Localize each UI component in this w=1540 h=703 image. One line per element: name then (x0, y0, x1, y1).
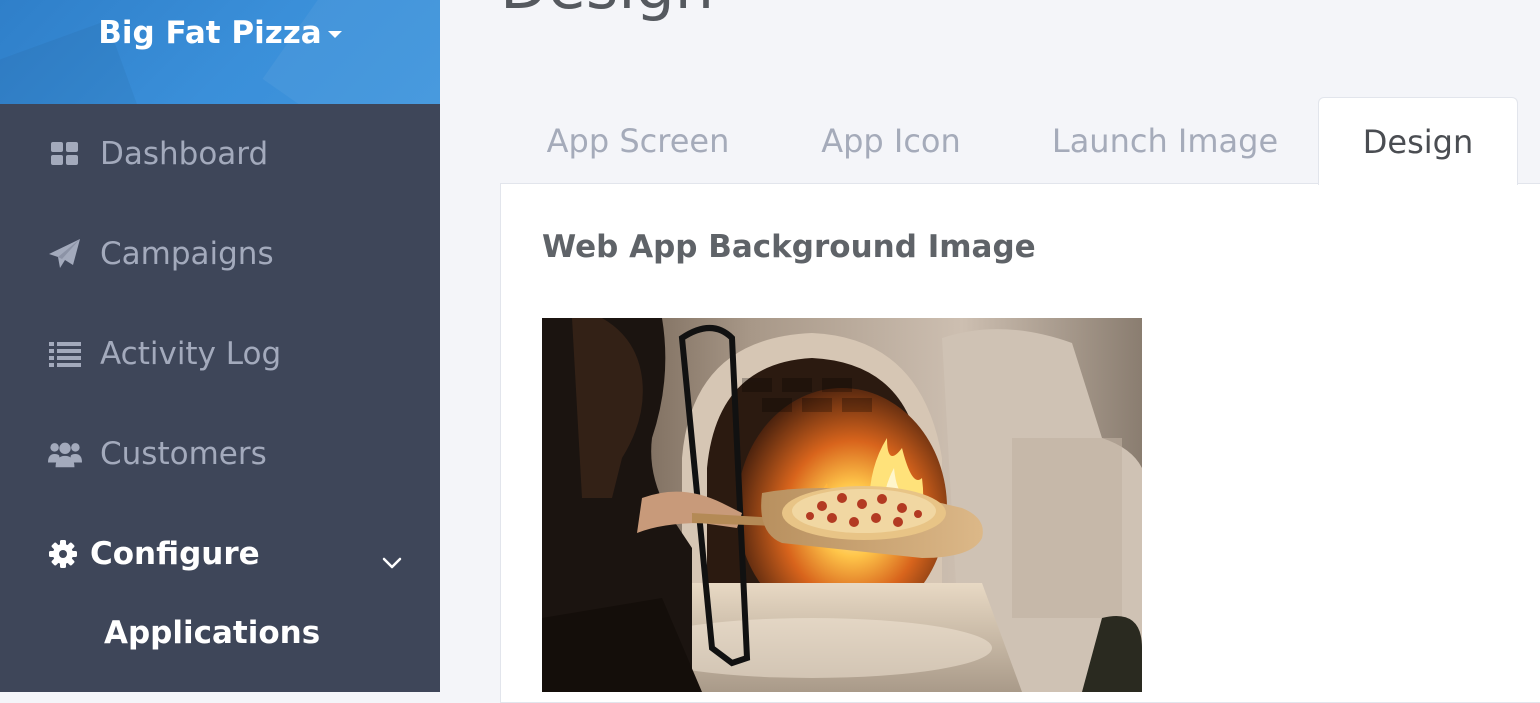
brand-header: Big Fat Pizza (0, 0, 440, 104)
sidebar-item-customers[interactable]: Customers (0, 424, 440, 484)
account-switcher[interactable]: Big Fat Pizza (0, 12, 440, 54)
tab-design[interactable]: Design (1318, 97, 1518, 185)
sidebar-subitem-label: Applications (104, 615, 321, 651)
caret-down-icon (327, 31, 342, 38)
tab-label: Launch Image (1051, 121, 1279, 160)
sidebar-item-label: Dashboard (100, 136, 269, 172)
section-heading: Web App Background Image (542, 229, 1036, 265)
tab-app-screen[interactable]: App Screen (530, 97, 746, 184)
tab-bar: App Screen App Icon Launch Image Design (500, 97, 1540, 185)
sidebar-subitem-applications[interactable]: Applications (104, 615, 320, 651)
dashboard-grid-icon (48, 138, 82, 170)
gear-icon (48, 538, 78, 570)
sidebar-item-dashboard[interactable]: Dashboard (0, 124, 440, 184)
page-title: Design (500, 0, 714, 22)
sidebar-item-label: Activity Log (100, 336, 282, 372)
list-icon (48, 338, 82, 370)
tab-label: Design (1362, 122, 1474, 161)
chevron-down-icon (382, 542, 402, 578)
sidebar-item-campaigns[interactable]: Campaigns (0, 224, 440, 284)
sidebar-item-configure[interactable]: Configure (0, 524, 440, 584)
tab-label: App Screen (546, 121, 730, 160)
tab-app-icon[interactable]: App Icon (800, 97, 982, 184)
background-image-preview[interactable] (542, 318, 1142, 692)
sidebar: Big Fat Pizza Dashboard Campaigns Activi… (0, 0, 440, 692)
sidebar-item-activity-log[interactable]: Activity Log (0, 324, 440, 384)
brand-title: Big Fat Pizza (98, 15, 322, 51)
sidebar-item-label: Customers (100, 436, 267, 472)
sidebar-item-label: Campaigns (100, 236, 274, 272)
paper-plane-icon (48, 238, 82, 270)
users-icon (48, 438, 82, 470)
tab-launch-image[interactable]: Launch Image (1038, 97, 1292, 184)
sidebar-item-label: Configure (90, 536, 260, 572)
tab-label: App Icon (821, 121, 961, 160)
